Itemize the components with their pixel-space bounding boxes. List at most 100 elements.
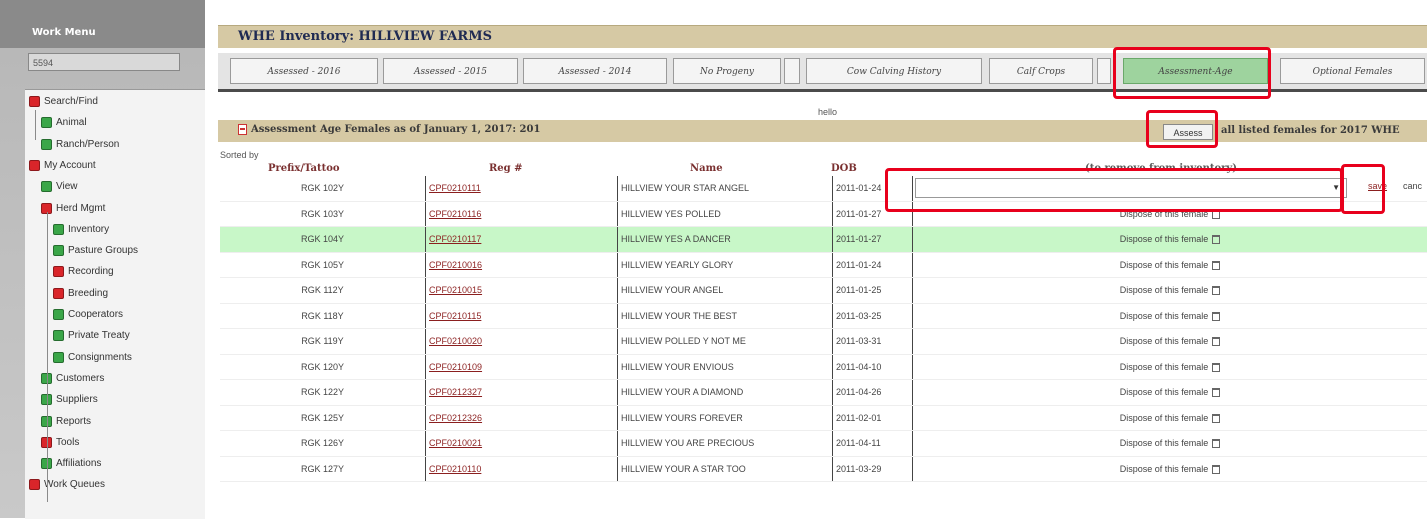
section-title: Assessment Age Females as of January 1, … <box>238 124 540 135</box>
dispose-link[interactable]: Dispose of this female <box>1120 234 1209 244</box>
sidebar-item-ranch-person[interactable]: Ranch/Person <box>41 139 119 150</box>
dispose-link[interactable]: Dispose of this female <box>1120 209 1209 219</box>
assess-button[interactable]: Assess <box>1163 124 1213 140</box>
dispose-link[interactable]: Dispose of this female <box>1120 285 1209 295</box>
sidebar-item-label: Work Queues <box>44 479 105 490</box>
sidebar-item-work-queues[interactable]: Work Queues <box>29 479 105 490</box>
sidebar-item-reports[interactable]: Reports <box>41 416 91 427</box>
action-cell: Dispose of this female <box>913 252 1427 278</box>
reg-number-link[interactable]: CPF0212327 <box>426 380 618 406</box>
trash-icon[interactable] <box>1212 286 1220 295</box>
node-green-icon <box>53 309 64 320</box>
sidebar: Work Menu 5594 Search/FindAnimalRanch/Pe… <box>0 0 205 518</box>
sidebar-item-label: Breeding <box>68 288 108 299</box>
sidebar-item-label: Inventory <box>68 224 109 235</box>
dob-cell: 2011-03-25 <box>833 303 913 329</box>
reg-number-link[interactable]: CPF0210021 <box>426 431 618 457</box>
tab-spacer-7[interactable] <box>1097 58 1111 84</box>
sidebar-item-label: Customers <box>56 373 104 384</box>
tab-assessment-age[interactable]: Assessment-Age <box>1123 58 1268 84</box>
column-header-dob[interactable]: DOB <box>831 163 857 174</box>
dispose-link[interactable]: Dispose of this female <box>1120 387 1209 397</box>
sidebar-item-label: View <box>56 181 78 192</box>
sorted-by-label: Sorted by <box>220 150 259 160</box>
main-content: WHE Inventory: HILLVIEW FARMS Assessed -… <box>210 0 1427 518</box>
trash-icon[interactable] <box>1212 210 1220 219</box>
dispose-link[interactable]: Dispose of this female <box>1120 438 1209 448</box>
tab-spacer-4[interactable] <box>784 58 800 84</box>
trash-icon[interactable] <box>1212 388 1220 397</box>
sidebar-item-label: Search/Find <box>44 96 98 107</box>
inventory-table: RGK 102YCPF0210111HILLVIEW YOUR STAR ANG… <box>220 176 1427 482</box>
reg-number-link[interactable]: CPF0210020 <box>426 329 618 355</box>
tab-no-progeny[interactable]: No Progeny <box>673 58 781 84</box>
trash-icon[interactable] <box>1212 363 1220 372</box>
table-row: RGK 112YCPF0210015HILLVIEW YOUR ANGEL201… <box>220 278 1427 304</box>
column-header-reg[interactable]: Reg # <box>489 163 523 174</box>
sidebar-item-label: Suppliers <box>56 394 98 405</box>
dispose-link[interactable]: Dispose of this female <box>1120 311 1209 321</box>
reg-number-link[interactable]: CPF0210109 <box>426 354 618 380</box>
column-header-tattoo[interactable]: Prefix/Tattoo <box>268 163 340 174</box>
trash-icon[interactable] <box>1212 312 1220 321</box>
tab-assessed-2016[interactable]: Assessed - 2016 <box>230 58 378 84</box>
tab-cow-calving-history[interactable]: Cow Calving History <box>806 58 982 84</box>
search-input[interactable]: 5594 <box>28 53 180 71</box>
cancel-link[interactable]: canc <box>1403 181 1422 191</box>
dispose-link[interactable]: Dispose of this female <box>1120 464 1209 474</box>
sidebar-item-my-account[interactable]: My Account <box>29 160 96 171</box>
sidebar-item-inventory[interactable]: Inventory <box>53 224 109 235</box>
sidebar-item-herd-mgmt[interactable]: Herd Mgmt <box>41 203 105 214</box>
reg-number-link[interactable]: CPF0210016 <box>426 252 618 278</box>
dispose-link[interactable]: Dispose of this female <box>1120 336 1209 346</box>
trash-icon[interactable] <box>1212 261 1220 270</box>
name-cell: HILLVIEW YOUR ENVIOUS <box>618 354 833 380</box>
save-link[interactable]: save <box>1368 181 1387 191</box>
trash-icon[interactable] <box>1212 235 1220 244</box>
table-row: RGK 127YCPF0210110HILLVIEW YOUR A STAR T… <box>220 456 1427 482</box>
disposition-select[interactable]: ▼ <box>915 178 1347 198</box>
sidebar-item-breeding[interactable]: Breeding <box>53 288 108 299</box>
sidebar-item-private-treaty[interactable]: Private Treaty <box>53 330 130 341</box>
tab-assessed-2015[interactable]: Assessed - 2015 <box>383 58 518 84</box>
sidebar-item-view[interactable]: View <box>41 181 78 192</box>
sidebar-item-label: Reports <box>56 416 91 427</box>
dispose-link[interactable]: Dispose of this female <box>1120 260 1209 270</box>
trash-icon[interactable] <box>1212 337 1220 346</box>
sidebar-item-recording[interactable]: Recording <box>53 266 114 277</box>
trash-icon[interactable] <box>1212 439 1220 448</box>
sidebar-item-search-find[interactable]: Search/Find <box>29 96 98 107</box>
tab-calf-crops[interactable]: Calf Crops <box>989 58 1093 84</box>
sidebar-item-label: Tools <box>56 437 79 448</box>
reg-number-link[interactable]: CPF0210111 <box>426 176 618 201</box>
sidebar-item-suppliers[interactable]: Suppliers <box>41 394 98 405</box>
action-cell: ▼ save canc <box>913 176 1427 201</box>
pdf-icon[interactable] <box>238 124 247 135</box>
sidebar-item-animal[interactable]: Animal <box>41 117 87 128</box>
sidebar-item-pasture-groups[interactable]: Pasture Groups <box>53 245 138 256</box>
node-green-icon <box>53 330 64 341</box>
tattoo-cell: RGK 105Y <box>220 252 426 278</box>
dispose-link[interactable]: Dispose of this female <box>1120 413 1209 423</box>
name-cell: HILLVIEW YOU ARE PRECIOUS <box>618 431 833 457</box>
tab-optional-females[interactable]: Optional Females <box>1280 58 1425 84</box>
node-red-icon <box>29 96 40 107</box>
sidebar-item-label: My Account <box>44 160 96 171</box>
sidebar-item-consignments[interactable]: Consignments <box>53 352 132 363</box>
reg-number-link[interactable]: CPF0210116 <box>426 201 618 227</box>
trash-icon[interactable] <box>1212 465 1220 474</box>
reg-number-link[interactable]: CPF0210110 <box>426 456 618 482</box>
sidebar-item-customers[interactable]: Customers <box>41 373 104 384</box>
sidebar-item-affiliations[interactable]: Affiliations <box>41 458 101 469</box>
dispose-link[interactable]: Dispose of this female <box>1120 362 1209 372</box>
reg-number-link[interactable]: CPF0210117 <box>426 227 618 253</box>
table-row: RGK 118YCPF0210115HILLVIEW YOUR THE BEST… <box>220 303 1427 329</box>
trash-icon[interactable] <box>1212 414 1220 423</box>
node-red-icon <box>53 266 64 277</box>
tab-assessed-2014[interactable]: Assessed - 2014 <box>523 58 667 84</box>
reg-number-link[interactable]: CPF0210115 <box>426 303 618 329</box>
column-header-name[interactable]: Name <box>690 163 723 174</box>
sidebar-item-cooperators[interactable]: Cooperators <box>53 309 123 320</box>
reg-number-link[interactable]: CPF0210015 <box>426 278 618 304</box>
reg-number-link[interactable]: CPF0212326 <box>426 405 618 431</box>
